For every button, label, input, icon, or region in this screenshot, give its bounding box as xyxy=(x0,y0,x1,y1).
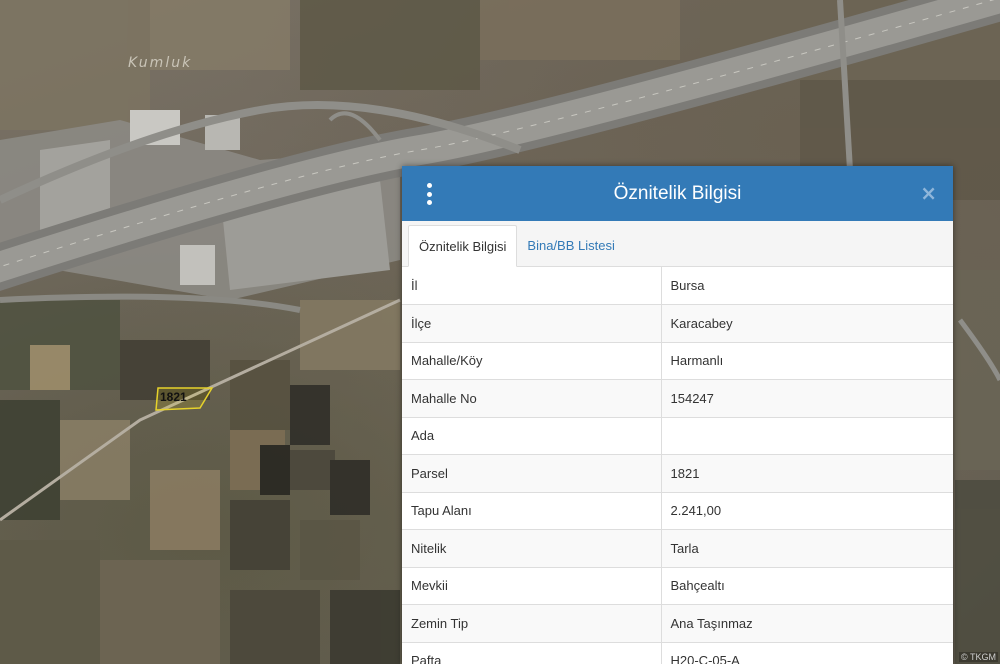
table-row: Ada xyxy=(402,417,953,455)
table-row: Tapu Alanı 2.241,00 xyxy=(402,492,953,530)
table-row: Mahalle/Köy Harmanlı xyxy=(402,342,953,380)
attribute-value: 1821 xyxy=(661,454,953,493)
table-row: Mahalle No 154247 xyxy=(402,379,953,418)
attribute-key: Ada xyxy=(402,417,662,455)
table-row: İlçe Karacabey xyxy=(402,304,953,343)
table-row: Mevkii Bahçealtı xyxy=(402,567,953,605)
attribute-key: İlçe xyxy=(402,304,662,343)
attribute-info-panel: Öznitelik Bilgisi × Öznitelik Bilgisi Bi… xyxy=(402,166,953,664)
attribute-key: Pafta xyxy=(402,642,662,664)
attribute-value: 154247 xyxy=(661,379,953,418)
attribute-key: Mevkii xyxy=(402,567,662,605)
tab-attribute-info[interactable]: Öznitelik Bilgisi xyxy=(408,225,518,267)
attribute-value: Ana Taşınmaz xyxy=(661,604,953,643)
table-row: İl Bursa xyxy=(402,267,953,305)
panel-title: Öznitelik Bilgisi xyxy=(613,182,742,204)
attribute-value xyxy=(661,417,953,455)
attribute-key: Mahalle No xyxy=(402,379,662,418)
panel-tabs: Öznitelik Bilgisi Bina/BB Listesi xyxy=(402,221,953,267)
attribute-key: Parsel xyxy=(402,454,662,493)
table-row: Zemin Tip Ana Taşınmaz xyxy=(402,604,953,643)
attribute-key: İl xyxy=(402,267,662,305)
attribute-value: Bahçealtı xyxy=(661,567,953,605)
table-row: Nitelik Tarla xyxy=(402,529,953,568)
attribute-key: Mahalle/Köy xyxy=(402,342,662,380)
attribute-value: Karacabey xyxy=(661,304,953,343)
table-row: Pafta H20-C-05-A xyxy=(402,642,953,664)
parcel-number-label[interactable]: 1821 xyxy=(160,390,187,404)
tab-building-list[interactable]: Bina/BB Listesi xyxy=(517,224,624,266)
vertical-dots-icon[interactable] xyxy=(422,183,436,205)
attribute-value: H20-C-05-A xyxy=(661,642,953,664)
table-row: Parsel 1821 xyxy=(402,454,953,493)
attribute-value: Tarla xyxy=(661,529,953,568)
map-attribution: © TKGM xyxy=(959,652,998,662)
attribute-key: Zemin Tip xyxy=(402,604,662,643)
place-label: Kumluk xyxy=(128,55,193,71)
panel-header: Öznitelik Bilgisi × xyxy=(402,166,953,221)
attribute-table: İl Bursa İlçe Karacabey Mahalle/Köy Harm… xyxy=(402,267,953,664)
attribute-key: Nitelik xyxy=(402,529,662,568)
attribute-value: 2.241,00 xyxy=(661,492,953,530)
attribute-value: Bursa xyxy=(661,267,953,305)
attribute-key: Tapu Alanı xyxy=(402,492,662,530)
close-icon[interactable]: × xyxy=(920,181,937,205)
attribute-value: Harmanlı xyxy=(661,342,953,380)
